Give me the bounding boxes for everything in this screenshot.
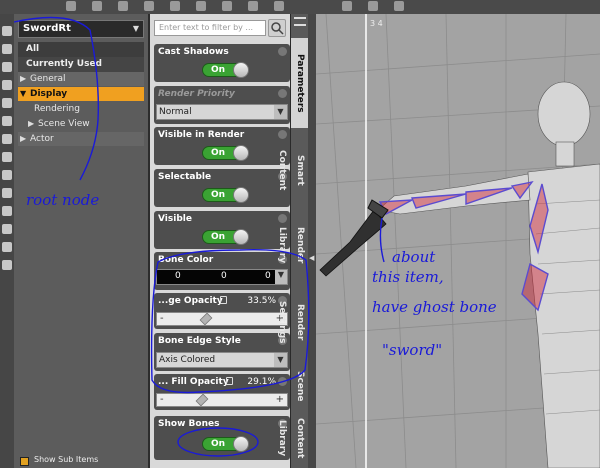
annotation-pointer xyxy=(379,217,385,263)
annotation-note-3: have ghost bone xyxy=(372,298,497,316)
annotation-note-1: about xyxy=(392,248,436,266)
annotation-note-4: "sword" xyxy=(382,341,442,359)
annotation-stroke xyxy=(13,16,100,181)
annotation-root-node: root node xyxy=(26,191,99,209)
annotation-circle-bone-settings xyxy=(150,249,310,394)
annotation-overlay: root node about this item, have ghost bo… xyxy=(13,16,497,457)
annotation-note-2: this item, xyxy=(372,268,444,286)
annotation-circle-show-bones xyxy=(177,427,259,457)
